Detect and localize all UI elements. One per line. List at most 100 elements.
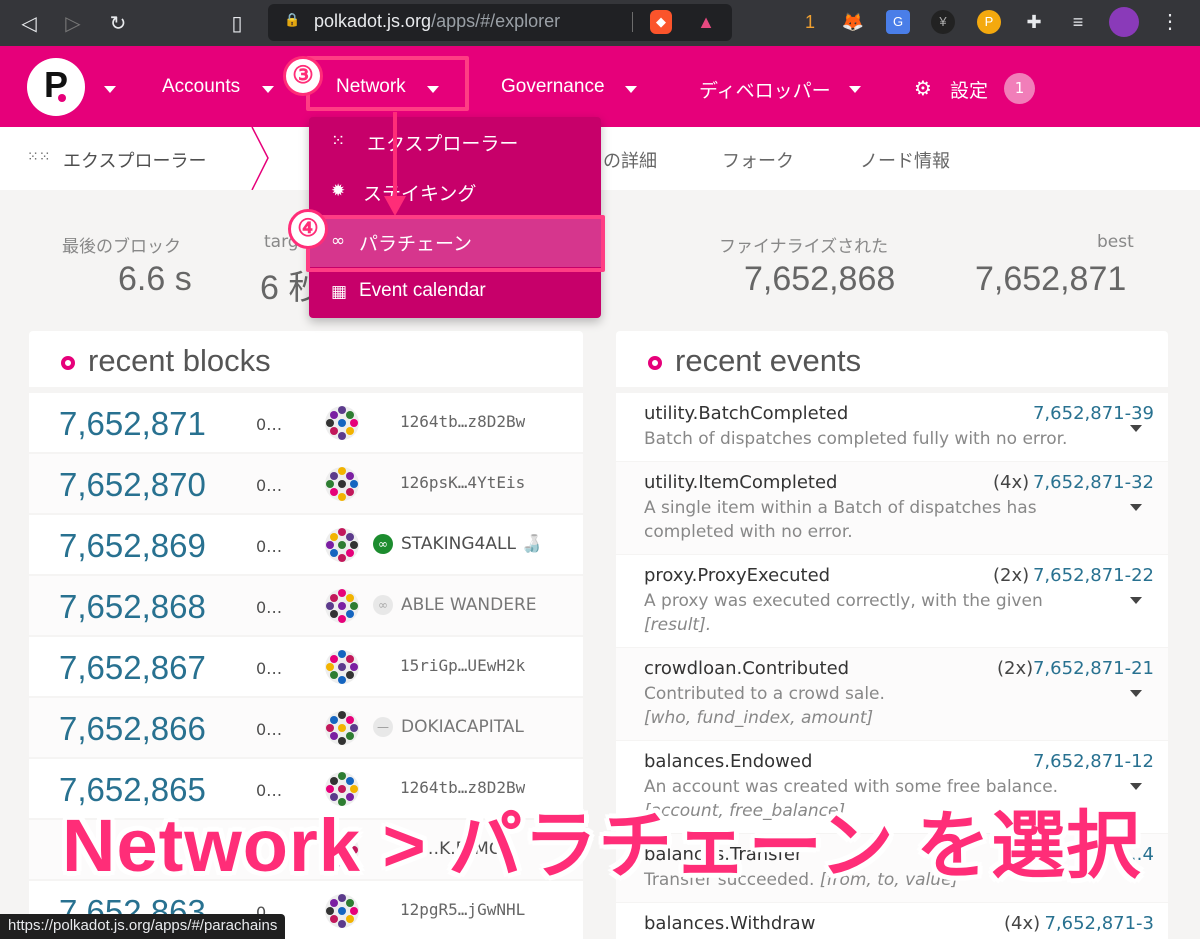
identicon[interactable] bbox=[325, 894, 359, 928]
block-author[interactable]: 15riGp…UEwH2k bbox=[400, 656, 525, 675]
identicon[interactable] bbox=[325, 467, 359, 501]
block-row[interactable]: 7,652,871 0… 1264tb…z8D2Bw bbox=[29, 393, 583, 452]
block-author[interactable]: DOKIACAPITAL bbox=[401, 717, 524, 737]
tab-node-info[interactable]: ノード情報 bbox=[860, 147, 950, 173]
block-row[interactable]: 7,652,866 0… — DOKIACAPITAL bbox=[29, 698, 583, 757]
browser-toolbar: ◁ ▷ ↻ ▯ 🔒 polkadot.js.org/apps/#/explore… bbox=[0, 0, 1200, 46]
nav-developer[interactable]: ディベロッパー bbox=[699, 76, 831, 103]
identicon[interactable] bbox=[325, 589, 359, 623]
identicon[interactable] bbox=[325, 711, 359, 745]
block-row[interactable]: 7,652,868 0… ∞ ABLE WANDERE bbox=[29, 576, 583, 635]
block-number[interactable]: 7,652,866 bbox=[59, 710, 206, 748]
chain-switch-chevron-icon[interactable] bbox=[104, 86, 116, 93]
block-number[interactable]: 7,652,869 bbox=[59, 527, 206, 565]
block-number[interactable]: 7,652,871 bbox=[59, 405, 206, 443]
link-icon: ∞ bbox=[373, 534, 393, 554]
block-number[interactable]: 7,652,870 bbox=[59, 466, 206, 504]
event-row[interactable]: utility.BatchCompleted 7,652,871-39 Batc… bbox=[616, 393, 1168, 461]
nav-accounts[interactable]: Accounts bbox=[162, 76, 240, 98]
identicon-dot bbox=[326, 724, 334, 732]
expand-chevron-icon[interactable] bbox=[1130, 597, 1142, 604]
block-row[interactable]: 7,652,869 0… ∞ STAKING4ALL 🍶 bbox=[29, 515, 583, 574]
identicon-dot bbox=[338, 554, 346, 562]
identicon-dot bbox=[330, 671, 338, 679]
identicon-dot bbox=[338, 650, 346, 658]
block-author[interactable]: 12pgR5…jGwNHL bbox=[400, 900, 525, 919]
event-link[interactable]: 7,652,871-21 bbox=[1033, 658, 1154, 679]
block-row[interactable]: 7,652,870 0… 126psK…4YtEis bbox=[29, 454, 583, 513]
event-row[interactable]: utility.ItemCompleted (4x) 7,652,871-32 … bbox=[616, 462, 1168, 554]
block-row[interactable]: 7,652,867 0… 15riGp…UEwH2k bbox=[29, 637, 583, 696]
event-count: (2x) bbox=[997, 658, 1034, 679]
identicon-dot bbox=[330, 777, 338, 785]
address-bar[interactable]: 🔒 polkadot.js.org/apps/#/explorer ◆ ▲ bbox=[268, 4, 732, 41]
developer-chevron-icon[interactable] bbox=[849, 86, 861, 93]
identicon-dot bbox=[346, 610, 354, 618]
identicon-dot bbox=[330, 899, 338, 907]
tab-forks[interactable]: フォーク bbox=[722, 147, 794, 173]
event-link[interactable]: 7,652,871-32 bbox=[1033, 472, 1154, 493]
nav-settings[interactable]: 設定 bbox=[950, 76, 988, 103]
identicon[interactable] bbox=[325, 406, 359, 440]
menu-icon[interactable]: ⋮ bbox=[1158, 10, 1182, 34]
identicon[interactable] bbox=[325, 650, 359, 684]
identicon-dot bbox=[338, 528, 346, 536]
event-description: A proxy was executed correctly, with the… bbox=[644, 589, 1124, 637]
coin-icon[interactable]: P bbox=[977, 10, 1001, 34]
nav-governance[interactable]: Governance bbox=[501, 76, 605, 98]
menu-item-explorer[interactable]: ⁙ エクスプローラー bbox=[309, 117, 601, 167]
forward-icon[interactable]: ▷ bbox=[60, 10, 86, 36]
translate-icon[interactable]: G bbox=[886, 10, 910, 34]
event-row[interactable]: crowdloan.Contributed (2x) 7,652,871-21 … bbox=[616, 648, 1168, 740]
block-time: 0… bbox=[256, 476, 283, 495]
event-link[interactable]: 7,652,871-3 bbox=[1044, 913, 1154, 934]
tab-explorer[interactable]: ⁙⁙ エクスプローラー bbox=[0, 127, 255, 190]
event-row[interactable]: balances.Withdraw (4x) 7,652,871-3 bbox=[616, 903, 1168, 939]
settings-gear-icon[interactable]: ⚙ bbox=[914, 76, 932, 100]
expand-chevron-icon[interactable] bbox=[1130, 690, 1142, 697]
wallet-icon[interactable]: ¥ bbox=[931, 10, 955, 34]
accounts-chevron-icon[interactable] bbox=[262, 86, 274, 93]
puzzle-icon[interactable]: ✚ bbox=[1022, 10, 1046, 34]
back-icon[interactable]: ◁ bbox=[16, 10, 42, 36]
identicon-dot bbox=[330, 732, 338, 740]
block-author[interactable]: 126psK…4YtEis bbox=[400, 473, 525, 492]
reload-icon[interactable]: ↻ bbox=[105, 10, 131, 36]
minus-icon: — bbox=[373, 717, 393, 737]
expand-chevron-icon[interactable] bbox=[1130, 425, 1142, 432]
event-link[interactable]: 7,652,871-22 bbox=[1033, 565, 1154, 586]
identicon-dot bbox=[338, 493, 346, 501]
identicon-dot bbox=[338, 711, 346, 719]
extension-counter[interactable]: 1 bbox=[798, 10, 822, 34]
polkadot-logo[interactable]: P bbox=[27, 58, 85, 116]
identicon-dot bbox=[346, 777, 354, 785]
bookmark-icon[interactable]: ▯ bbox=[224, 10, 250, 36]
block-number[interactable]: 7,652,867 bbox=[59, 649, 206, 687]
profile-avatar[interactable] bbox=[1109, 7, 1139, 37]
tab-block-details[interactable]: の詳細 bbox=[603, 147, 657, 173]
metamask-icon[interactable]: 🦊 bbox=[841, 10, 865, 34]
event-description-text: A proxy was executed correctly, with the… bbox=[644, 591, 1043, 611]
event-link[interactable]: 7,652,871-39 bbox=[1033, 403, 1154, 424]
url-separator bbox=[632, 12, 633, 32]
identicon-dot bbox=[330, 610, 338, 618]
block-time: 0… bbox=[256, 720, 283, 739]
identicon-dot bbox=[330, 411, 338, 419]
menu-item-event-calendar[interactable]: ▦ Event calendar bbox=[309, 268, 601, 318]
highlight-parachains bbox=[306, 215, 605, 272]
block-time: 0… bbox=[256, 537, 283, 556]
block-author[interactable]: STAKING4ALL 🍶 bbox=[401, 534, 543, 554]
playlist-icon[interactable]: ≡ bbox=[1066, 10, 1090, 34]
governance-chevron-icon[interactable] bbox=[625, 86, 637, 93]
menu-item-staking[interactable]: ✹ ステイキング bbox=[309, 167, 601, 217]
url-text: polkadot.js.org/apps/#/explorer bbox=[314, 11, 560, 32]
block-author[interactable]: ABLE WANDERE bbox=[401, 595, 537, 615]
event-link[interactable]: 7,652,871-12 bbox=[1033, 751, 1154, 772]
event-row[interactable]: proxy.ProxyExecuted (2x) 7,652,871-22 A … bbox=[616, 555, 1168, 647]
block-author[interactable]: 1264tb…z8D2Bw bbox=[400, 412, 525, 431]
brave-rewards-icon[interactable]: ▲ bbox=[694, 10, 718, 34]
block-number[interactable]: 7,652,868 bbox=[59, 588, 206, 626]
identicon[interactable] bbox=[325, 528, 359, 562]
brave-shield-icon[interactable]: ◆ bbox=[650, 10, 672, 34]
expand-chevron-icon[interactable] bbox=[1130, 504, 1142, 511]
